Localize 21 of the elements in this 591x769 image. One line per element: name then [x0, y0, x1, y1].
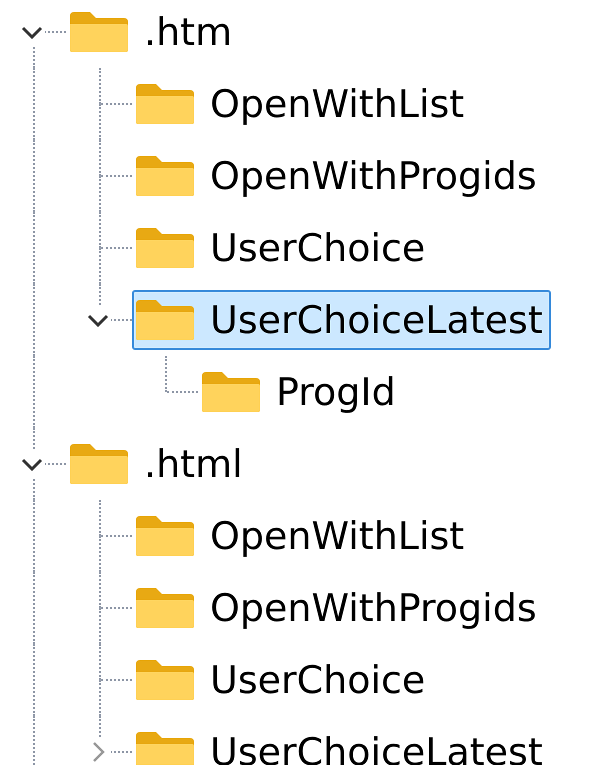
folder-icon	[68, 10, 130, 54]
tree-item[interactable]: OpenWithList	[132, 506, 472, 566]
folder-icon	[134, 586, 196, 630]
folder-icon	[134, 226, 196, 270]
tree-item[interactable]: .htm	[66, 2, 240, 62]
tree-item[interactable]: OpenWithProgids	[132, 578, 545, 638]
tree-item[interactable]: ProgId	[198, 362, 404, 422]
folder-icon	[134, 298, 196, 342]
folder-icon	[134, 730, 196, 765]
tree-item[interactable]: UserChoiceLatest	[132, 290, 551, 350]
folder-icon	[200, 370, 262, 414]
tree-item[interactable]: OpenWithList	[132, 74, 472, 134]
folder-icon	[134, 82, 196, 126]
folder-icon	[134, 154, 196, 198]
tree-item[interactable]: .html	[66, 434, 251, 494]
folder-icon	[68, 442, 130, 486]
tree-item[interactable]: UserChoice	[132, 218, 434, 278]
tree-item[interactable]: UserChoice	[132, 650, 434, 710]
tree-item[interactable]: OpenWithProgids	[132, 146, 545, 206]
folder-icon	[134, 514, 196, 558]
folder-icon	[134, 658, 196, 702]
